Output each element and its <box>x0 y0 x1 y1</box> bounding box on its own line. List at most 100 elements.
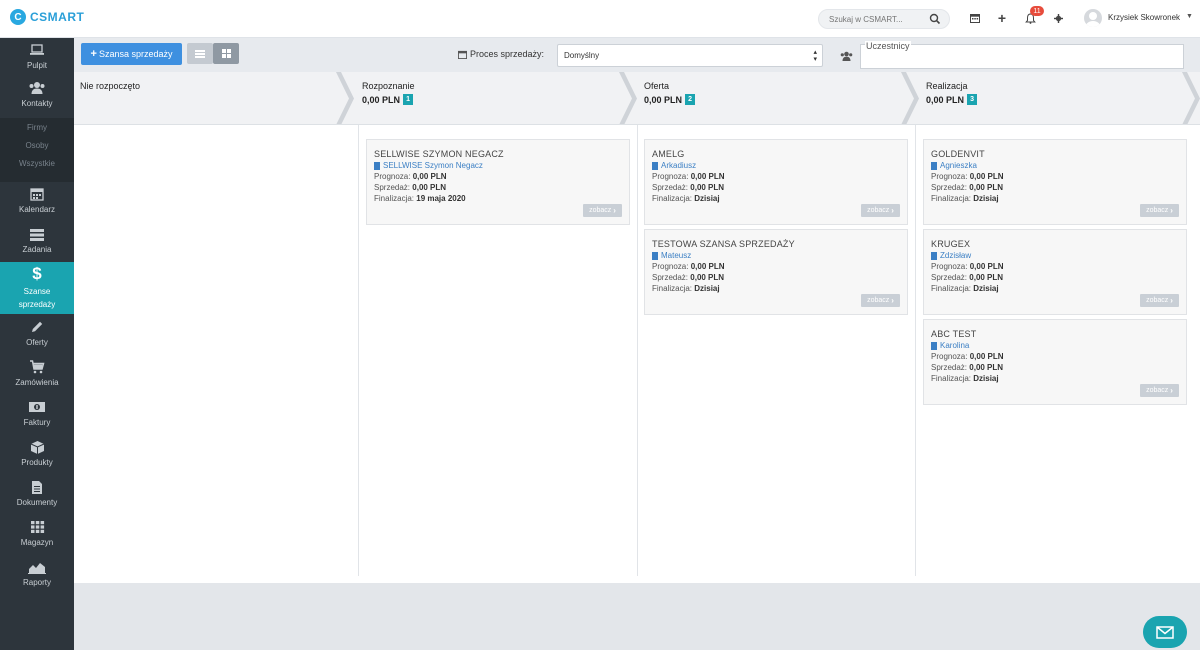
view-button[interactable]: zobacz › <box>861 204 900 217</box>
process-label-text: Proces sprzedaży: <box>470 49 545 59</box>
card-forecast: Prognoza: 0,00 PLN <box>931 352 1004 361</box>
sidebar-item-dokumenty[interactable]: Dokumenty <box>0 479 74 511</box>
sidebar-item-label: Kalendarz <box>18 205 56 214</box>
process-select[interactable]: Domyślny ▴ ▾ <box>557 44 823 67</box>
bookmark-icon <box>374 161 380 170</box>
card-forecast: Prognoza: 0,00 PLN <box>374 172 447 181</box>
opportunity-card[interactable]: AMELG Arkadiusz Prognoza: 0,00 PLN Sprze… <box>644 139 908 225</box>
opportunity-card[interactable]: TESTOWA SZANSA SPRZEDAŻY Mateusz Prognoz… <box>644 229 908 315</box>
opportunity-card[interactable]: GOLDENVIT Agnieszka Prognoza: 0,00 PLN S… <box>923 139 1187 225</box>
view-button[interactable]: zobacz › <box>861 294 900 307</box>
card-title: KRUGEX <box>931 239 971 249</box>
envelope-icon <box>1156 625 1174 639</box>
card-finalization: Finalizacja: Dzisiaj <box>931 284 999 293</box>
sidebar-item-magazyn[interactable]: Magazyn <box>0 519 74 551</box>
sidebar-item-label: Faktury <box>23 418 51 427</box>
chat-button[interactable] <box>1143 616 1187 648</box>
stage-count-badge: 1 <box>403 94 414 105</box>
list-view-button[interactable] <box>187 43 213 64</box>
sidebar-item-zadania[interactable]: Zadania <box>0 226 74 258</box>
add-opportunity-label: Szansa sprzedaży <box>98 49 173 59</box>
sidebar-item-raporty[interactable]: Raporty <box>0 559 74 591</box>
search-input[interactable] <box>829 12 925 27</box>
submenu-item-firmy[interactable]: Firmy <box>0 118 74 136</box>
list-icon <box>195 49 205 58</box>
logo-icon: C <box>10 9 26 25</box>
sidebar-item-label: Dokumenty <box>16 498 58 507</box>
opportunity-card[interactable]: SELLWISE SZYMON NEGACZ SELLWISE Szymon N… <box>366 139 630 225</box>
view-button[interactable]: zobacz › <box>1140 384 1179 397</box>
stage-amount-value: 0,00 PLN <box>362 94 401 105</box>
card-contact-link[interactable]: Agnieszka <box>931 161 977 170</box>
avatar[interactable] <box>1084 9 1102 27</box>
logo-text: CSMART <box>30 10 85 24</box>
card-contact-link[interactable]: Mateusz <box>652 251 691 260</box>
view-button[interactable]: zobacz › <box>583 204 622 217</box>
card-contact-name: Karolina <box>940 341 970 350</box>
gear-icon[interactable] <box>1051 11 1065 25</box>
sidebar-item-zamowienia[interactable]: Zamówienia <box>0 359 74 391</box>
chevron-right-icon: › <box>891 296 894 305</box>
notification-badge: 11 <box>1030 6 1044 16</box>
column-divider <box>358 125 359 576</box>
add-opportunity-button[interactable]: + Szansa sprzedaży <box>81 43 182 65</box>
sidebar-item-label: Zamówienia <box>15 378 59 387</box>
tasks-icon <box>29 226 45 242</box>
card-forecast: Prognoza: 0,00 PLN <box>931 262 1004 271</box>
stage-amount: 0,00 PLN 2 <box>644 94 696 105</box>
card-contact-link[interactable]: SELLWISE Szymon Negacz <box>374 161 483 170</box>
user-name[interactable]: Krzysiek Skowronek <box>1108 13 1180 22</box>
opportunity-card[interactable]: ABC TEST Karolina Prognoza: 0,00 PLN Spr… <box>923 319 1187 405</box>
stage-amount: 0,00 PLN 3 <box>926 94 978 105</box>
card-sale: Sprzedaż: 0,00 PLN <box>374 183 447 192</box>
sidebar-item-produkty[interactable]: Produkty <box>0 439 74 471</box>
stage-amount: 0,00 PLN 1 <box>362 94 414 105</box>
sidebar-item-kalendarz[interactable]: Kalendarz <box>0 186 74 218</box>
sidebar-item-oferty[interactable]: Oferty <box>0 319 74 351</box>
opportunity-card[interactable]: KRUGEX Zdzisław Prognoza: 0,00 PLN Sprze… <box>923 229 1187 315</box>
card-sale: Sprzedaż: 0,00 PLN <box>931 273 1004 282</box>
plus-icon[interactable]: + <box>995 10 1009 26</box>
card-contact-name: SELLWISE Szymon Negacz <box>383 161 483 170</box>
view-button[interactable]: zobacz › <box>1140 204 1179 217</box>
participants-field[interactable]: Uczestnicy <box>860 41 1184 69</box>
bookmark-icon <box>652 161 658 170</box>
pencil-icon <box>30 319 44 335</box>
sidebar-item-faktury[interactable]: Faktury <box>0 399 74 431</box>
search-icon[interactable] <box>929 13 941 25</box>
top-bar: C CSMART + 11 Krzysiek Skowronek ▼ <box>0 0 1200 38</box>
calendar-icon[interactable] <box>968 11 982 25</box>
stage-name: Realizacja <box>926 81 968 91</box>
card-forecast: Prognoza: 0,00 PLN <box>931 172 1004 181</box>
card-contact-link[interactable]: Arkadiusz <box>652 161 696 170</box>
card-sale: Sprzedaż: 0,00 PLN <box>652 273 725 282</box>
contacts-submenu: Firmy Osoby Wszystkie <box>0 118 74 182</box>
board-view-button[interactable] <box>213 43 239 64</box>
stage-name: Rozpoznanie <box>362 81 415 91</box>
users-icon <box>840 51 852 61</box>
search-box[interactable] <box>818 9 950 29</box>
logo[interactable]: C CSMART <box>10 9 84 25</box>
select-arrows-icon: ▴ ▾ <box>813 49 817 63</box>
sidebar-item-szanse-sprzedazy[interactable]: $ Szanse sprzedaży <box>0 262 74 314</box>
view-button[interactable]: zobacz › <box>1140 294 1179 307</box>
chevron-down-icon[interactable]: ▼ <box>1186 13 1193 20</box>
card-contact-name: Arkadiusz <box>661 161 697 170</box>
stage-count-badge: 2 <box>685 94 696 105</box>
grid-icon <box>221 49 231 58</box>
sidebar-item-label: Pulpit <box>26 61 47 70</box>
participants-button[interactable] <box>834 44 858 67</box>
footer-area <box>74 583 1200 650</box>
submenu-item-wszystkie[interactable]: Wszystkie <box>0 154 74 172</box>
chevron-right-icon: › <box>613 206 616 215</box>
card-contact-link[interactable]: Karolina <box>931 341 969 350</box>
submenu-item-osoby[interactable]: Osoby <box>0 136 74 154</box>
card-contact-link[interactable]: Zdzisław <box>931 251 971 260</box>
chevron-right-icon <box>336 72 354 124</box>
sidebar-item-pulpit[interactable]: Pulpit <box>0 42 74 74</box>
sidebar-item-kontakty[interactable]: Kontakty <box>0 80 74 112</box>
card-sale: Sprzedaż: 0,00 PLN <box>652 183 725 192</box>
card-finalization: Finalizacja: Dzisiaj <box>652 194 720 203</box>
card-title: GOLDENVIT <box>931 149 985 159</box>
bookmark-icon <box>652 251 658 260</box>
